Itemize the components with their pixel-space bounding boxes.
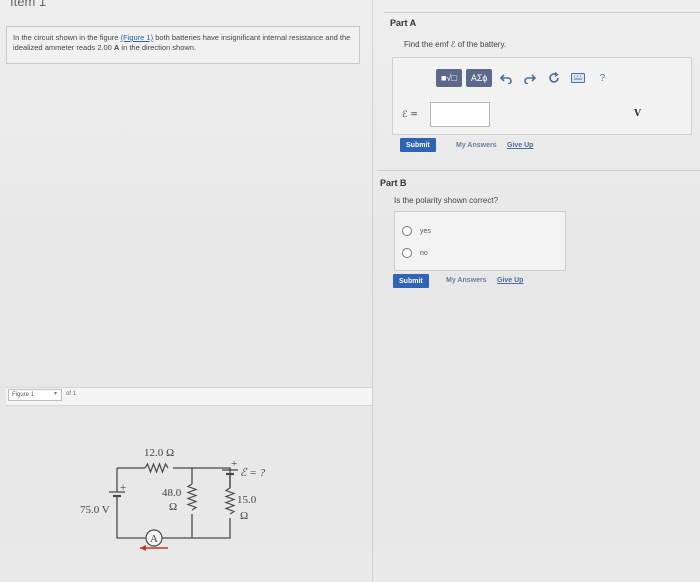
part-b-my-answers-link[interactable]: My Answers [446,277,487,284]
problem-text-after: in the direction shown. [121,43,197,52]
resistor-top-label: 12.0 Ω [144,447,174,459]
choice-yes[interactable]: yes [402,226,431,236]
part-b-prompt: Is the polarity shown correct? [394,196,499,205]
resistor-middle-unit: Ω [169,501,177,513]
resistor-right-unit: Ω [240,510,248,522]
figure-count: of 1 [66,391,77,397]
redo-icon[interactable] [520,69,540,87]
reset-icon[interactable] [544,69,564,87]
figure-link[interactable]: (Figure 1) [121,33,154,42]
part-a-prompt: Find the emf ℰ of the battery. [404,40,507,49]
math-toolbar: ■√□ ΑΣϕ ? [436,68,612,88]
ammeter-label: A [150,533,158,545]
resistor-top [144,462,169,474]
part-a-title: Part A [390,18,417,28]
part-b-title: Part B [380,178,407,188]
radio-no[interactable] [402,248,412,258]
part-a-my-answers-link[interactable]: My Answers [456,142,497,149]
circuit-diagram: A 12.0 Ω 48.0 Ω 15.0 Ω 75.0 V ℰ = ? + + [80,447,266,551]
problem-statement: In the circuit shown in the figure (Figu… [6,26,360,64]
choice-no-label: no [420,249,428,257]
chevron-down-icon[interactable]: ▾ [54,390,57,397]
problem-unit: A [113,43,120,52]
polarity-choices [394,211,566,271]
greek-symbols-button[interactable]: ΑΣϕ [465,69,493,87]
choice-yes-label: yes [420,227,431,235]
choice-no[interactable]: no [402,248,428,258]
emf-input-label: ℰ = [402,110,418,120]
part-a-submit-button[interactable]: Submit [400,138,436,152]
emf-answer-input[interactable] [430,102,490,127]
column-divider [372,0,373,582]
part-a-give-up-link[interactable]: Give Up [507,142,533,149]
template-button[interactable]: ■√□ [436,69,462,87]
battery-right-label: ℰ = ? [240,467,266,479]
part-a-divider [384,12,700,13]
battery-left-plus: + [120,482,126,494]
battery-left-label: 75.0 V [80,504,110,516]
part-b-give-up-link[interactable]: Give Up [497,277,523,284]
battery-right-plus: + [231,458,237,470]
resistor-middle-value: 48.0 [162,487,182,499]
undo-icon[interactable] [496,69,516,87]
keyboard-icon[interactable] [568,69,588,87]
help-button[interactable]: ? [592,69,612,87]
battery-left [109,491,125,508]
page: Item 1 In the circuit shown in the figur… [0,0,700,582]
item-title: Item 1 [10,0,47,9]
resistor-middle [186,483,198,511]
resistor-right-value: 15.0 [237,494,257,506]
resistor-right [224,487,236,515]
part-b-divider [377,170,700,171]
emf-unit: V [634,109,641,119]
part-b-submit-button[interactable]: Submit [393,274,429,288]
problem-text-before: In the circuit shown in the figure [13,33,119,42]
radio-yes[interactable] [402,226,412,236]
